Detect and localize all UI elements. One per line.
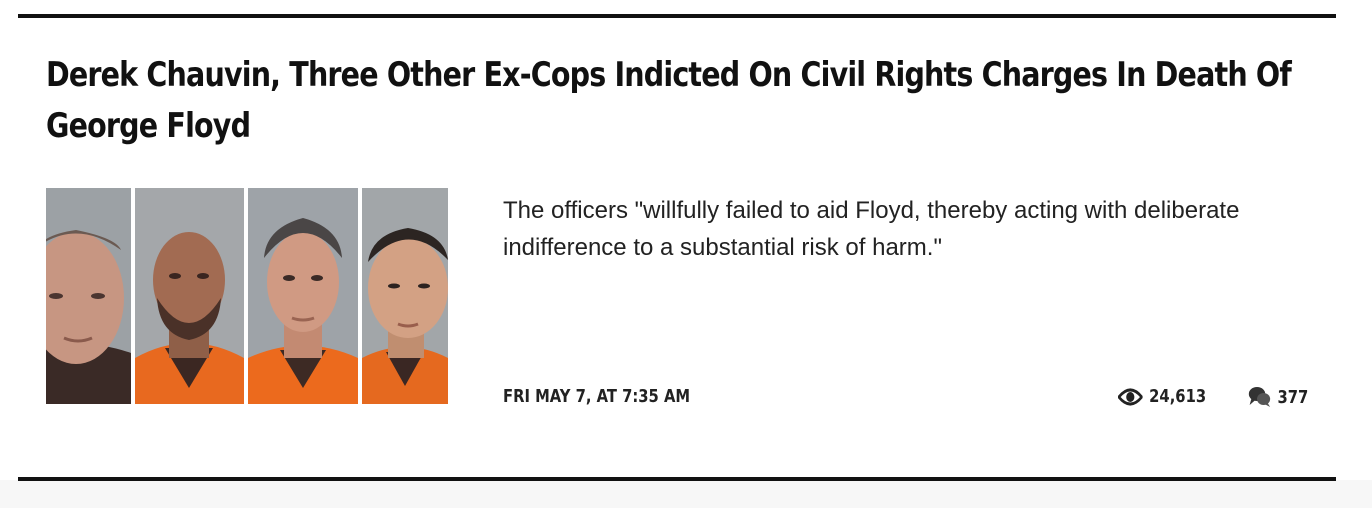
article-headline[interactable]: Derek Chauvin, Three Other Ex-Cops Indic…: [46, 50, 1306, 152]
comment-count[interactable]: 377: [1248, 386, 1308, 408]
comment-bubbles-icon: [1248, 386, 1271, 408]
page-footer-background: [0, 480, 1372, 508]
mugshot-2: [135, 188, 244, 404]
article-thumbnail[interactable]: [46, 188, 448, 404]
top-divider: [18, 14, 1336, 18]
article-summary: The officers "willfully failed to aid Fl…: [503, 197, 1240, 261]
bottom-divider: [18, 477, 1336, 481]
article-date: FRI MAY 7, AT 7:35 AM: [503, 386, 691, 407]
view-count-value: 24,613: [1149, 386, 1207, 407]
mugshot-4: [362, 188, 448, 404]
mugshot-1: [46, 188, 131, 404]
comment-count-value: 377: [1277, 386, 1309, 408]
view-count: 24,613: [1118, 386, 1206, 407]
mugshot-3: [248, 188, 358, 404]
eye-icon: [1118, 387, 1143, 407]
